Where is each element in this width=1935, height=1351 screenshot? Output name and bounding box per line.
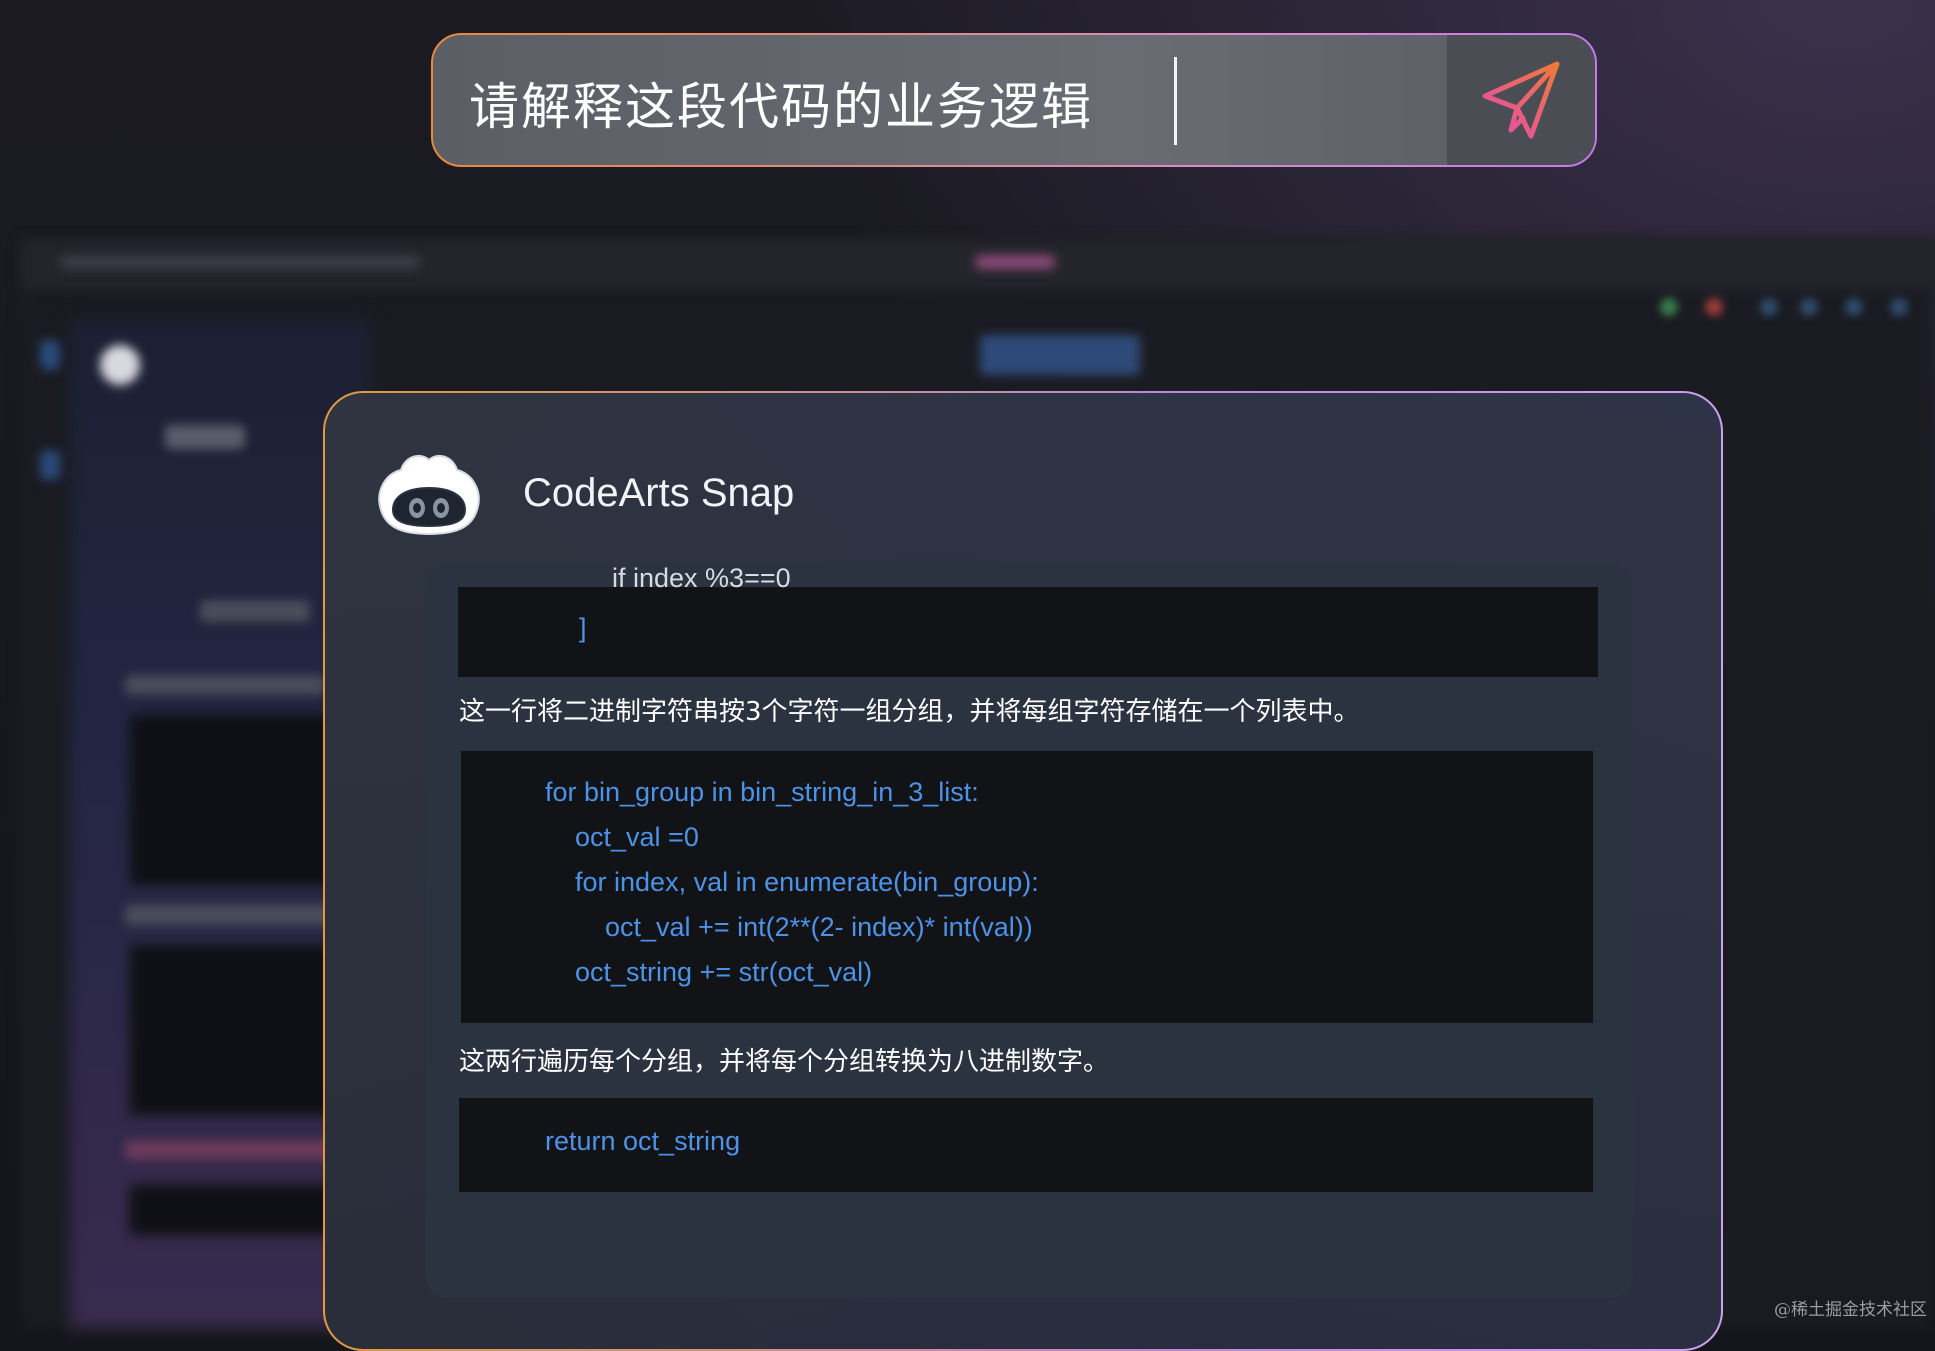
code-line: ] bbox=[579, 613, 587, 643]
code-block: return oct_string bbox=[459, 1098, 1593, 1192]
paper-plane-icon bbox=[1482, 61, 1560, 139]
explanation-text: 这一行将二进制字符串按3个字符一组分组，并将每组字符存储在一个列表中。 bbox=[459, 697, 1360, 727]
background-label bbox=[125, 675, 325, 695]
background-dot bbox=[1800, 298, 1818, 316]
background-bar bbox=[60, 255, 420, 269]
background-dot bbox=[1845, 298, 1863, 316]
code-block: if index %3==0 ] bbox=[458, 563, 1598, 677]
code-line: oct_val += int(2**(2- index)* int(val)) bbox=[545, 912, 1033, 942]
background-dot bbox=[1760, 298, 1778, 316]
code-line: oct_val =0 bbox=[545, 822, 699, 852]
assistant-name: CodeArts Snap bbox=[523, 470, 795, 515]
card-header: CodeArts Snap bbox=[371, 433, 794, 553]
text-caret bbox=[1174, 57, 1177, 145]
code-line: for bin_group in bin_string_in_3_list: bbox=[545, 777, 979, 807]
response-content: if index %3==0 ] 这一行将二进制字符串按3个字符一组分组，并将每… bbox=[426, 563, 1633, 1298]
watermark: @稀土掘金技术社区 bbox=[1774, 1300, 1927, 1320]
code-block: for bin_group in bin_string_in_3_list: o… bbox=[461, 751, 1593, 1023]
background-bar bbox=[975, 255, 1055, 269]
background-dot bbox=[1890, 298, 1908, 316]
background-label bbox=[165, 425, 245, 449]
prompt-input[interactable]: 请解释这段代码的业务逻辑 bbox=[431, 33, 1597, 167]
background-label bbox=[125, 1140, 345, 1160]
prompt-text[interactable]: 请解释这段代码的业务逻辑 bbox=[469, 67, 1093, 139]
send-button[interactable] bbox=[1447, 35, 1595, 165]
code-line: return oct_string bbox=[545, 1126, 741, 1156]
code-line: if index %3==0 bbox=[612, 563, 791, 593]
background-activity-icon bbox=[40, 450, 60, 480]
chat-response-card: CodeArts Snap if index %3==0 ] 这一行将二进制字符… bbox=[323, 391, 1723, 1351]
background-tab bbox=[980, 335, 1140, 375]
background-label bbox=[200, 600, 310, 622]
background-dot bbox=[1705, 298, 1723, 316]
background-activity-icon bbox=[40, 340, 60, 370]
codearts-snap-logo-icon bbox=[378, 454, 480, 536]
background-dot bbox=[1660, 298, 1678, 316]
explanation-text: 这两行遍历每个分组，并将每个分组转换为八进制数字。 bbox=[459, 1047, 1110, 1077]
code-line: oct_string += str(oct_val) bbox=[545, 957, 873, 987]
code-line: for index, val in enumerate(bin_group): bbox=[545, 867, 1039, 897]
background-avatar bbox=[100, 345, 140, 385]
background-label bbox=[125, 905, 345, 925]
